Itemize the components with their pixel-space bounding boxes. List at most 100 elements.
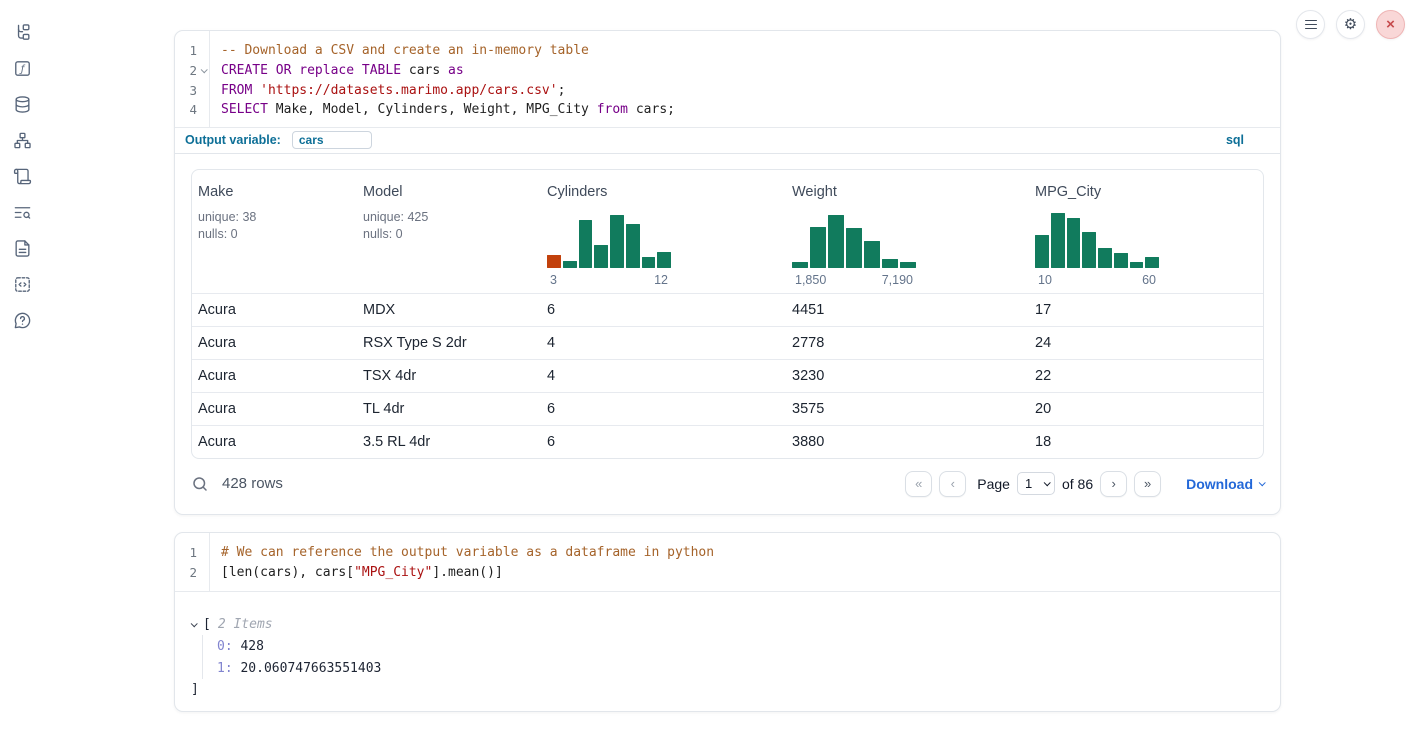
hist-bar [1098, 248, 1112, 268]
settings-button[interactable]: ⚙ [1336, 10, 1365, 39]
hist-bar [1067, 218, 1081, 268]
file-explorer-icon[interactable] [13, 23, 32, 42]
line-number: 4 [175, 102, 197, 117]
entry-value: 428 [233, 639, 264, 654]
collapse-chevron-icon[interactable] [191, 620, 198, 627]
output-variable-label: Output variable: [185, 133, 281, 147]
line-number: 1 [175, 43, 197, 58]
table-cell: 18 [1029, 434, 1263, 450]
table-row[interactable]: AcuraMDX6445117 [192, 293, 1263, 326]
table-cell: 3.5 RL 4dr [357, 434, 541, 450]
previous-page-button[interactable]: ‹ [939, 471, 966, 497]
table-row[interactable]: Acura3.5 RL 4dr6388018 [192, 425, 1263, 458]
output-variable-row: Output variable: sql [175, 127, 1280, 154]
data-table: Make unique: 38 nulls: 0 Model unique: 4… [191, 169, 1264, 459]
hist-bar [846, 228, 862, 268]
functions-icon[interactable]: ƒ [13, 59, 32, 78]
column-stat: nulls: 0 [363, 226, 541, 243]
code-line[interactable]: 4SELECT Make, Model, Cylinders, Weight, … [175, 100, 1280, 120]
line-number: 2 [175, 63, 197, 78]
helper-panel-sidebar: ƒ [0, 0, 44, 729]
sql-cell: 1-- Download a CSV and create an in-memo… [174, 30, 1281, 515]
hist-bar [792, 262, 808, 268]
next-page-button[interactable]: › [1100, 471, 1127, 497]
table-cell: 4451 [786, 302, 1029, 318]
table-cell: 6 [541, 401, 786, 417]
page-label: Page [977, 476, 1010, 492]
hist-bar [810, 227, 826, 268]
last-page-button[interactable]: » [1134, 471, 1161, 497]
column-header-mpg-city[interactable]: MPG_City 10 60 [1029, 184, 1263, 293]
code-line[interactable]: 2[len(cars), cars["MPG_City"].mean()] [175, 563, 1280, 583]
table-cell: MDX [357, 302, 541, 318]
column-stat: unique: 425 [363, 209, 541, 226]
hist-bar [547, 255, 561, 268]
table-cell: 4 [541, 368, 786, 384]
fold-chevron-icon [200, 66, 207, 73]
hist-bar [1130, 262, 1144, 268]
line-number: 2 [175, 565, 197, 580]
svg-text:ƒ: ƒ [18, 64, 25, 75]
code-line[interactable]: 1# We can reference the output variable … [175, 543, 1280, 563]
hist-tick-max: 12 [654, 273, 668, 287]
output-variable-input[interactable] [292, 131, 372, 149]
table-cell: 6 [541, 302, 786, 318]
table-cell: RSX Type S 2dr [357, 335, 541, 351]
hist-bar [594, 245, 608, 267]
page-select[interactable]: 1 [1017, 472, 1055, 495]
search-button[interactable] [191, 475, 209, 493]
code-line[interactable]: 1-- Download a CSV and create an in-memo… [175, 41, 1280, 61]
table-cell: 20 [1029, 401, 1263, 417]
hist-bar [1035, 235, 1049, 267]
table-row[interactable]: AcuraTSX 4dr4323022 [192, 359, 1263, 392]
table-cell: 3880 [786, 434, 1029, 450]
column-header-weight[interactable]: Weight 1,850 7,190 [786, 184, 1029, 293]
cylinders-histogram[interactable] [547, 212, 671, 268]
hist-tick-min: 1,850 [795, 273, 826, 287]
help-icon[interactable] [13, 311, 32, 330]
python-code-editor[interactable]: 1# We can reference the output variable … [175, 533, 1280, 592]
logs-icon[interactable] [13, 167, 32, 186]
entry-index: 0: [217, 639, 233, 654]
hamburger-icon [1305, 20, 1317, 30]
hist-tick-min: 10 [1038, 273, 1052, 287]
table-header: Make unique: 38 nulls: 0 Model unique: 4… [192, 170, 1263, 293]
column-header-make[interactable]: Make unique: 38 nulls: 0 [192, 184, 357, 293]
datasources-icon[interactable] [13, 95, 32, 114]
hist-bar [1145, 257, 1159, 268]
line-number: 1 [175, 545, 197, 560]
weight-histogram[interactable] [792, 212, 916, 268]
table-cell: 17 [1029, 302, 1263, 318]
code-line[interactable]: 2CREATE OR replace TABLE cars as [175, 61, 1280, 81]
table-cell: Acura [192, 434, 357, 450]
table-cell: 24 [1029, 335, 1263, 351]
snippets-icon[interactable] [13, 275, 32, 294]
column-stat: unique: 38 [198, 209, 357, 226]
language-badge[interactable]: sql [1226, 133, 1244, 147]
table-cell: 22 [1029, 368, 1263, 384]
notebook-actions: ⚙ × [1296, 10, 1405, 39]
hist-bar [642, 257, 656, 268]
sql-code-editor[interactable]: 1-- Download a CSV and create an in-memo… [175, 31, 1280, 127]
table-cell: Acura [192, 302, 357, 318]
hist-bar [864, 241, 880, 267]
hist-bar [1051, 213, 1065, 267]
documentation-icon[interactable] [13, 239, 32, 258]
table-row[interactable]: AcuraRSX Type S 2dr4277824 [192, 326, 1263, 359]
column-header-cylinders[interactable]: Cylinders 3 12 [541, 184, 786, 293]
dependency-graph-icon[interactable] [13, 131, 32, 150]
table-body: AcuraMDX6445117AcuraRSX Type S 2dr427782… [192, 293, 1263, 458]
hist-bar [1082, 232, 1096, 268]
menu-button[interactable] [1296, 10, 1325, 39]
column-header-model[interactable]: Model unique: 425 nulls: 0 [357, 184, 541, 293]
table-cell: Acura [192, 368, 357, 384]
code-line[interactable]: 3FROM 'https://datasets.marimo.app/cars.… [175, 80, 1280, 100]
first-page-button[interactable]: « [905, 471, 932, 497]
row-count: 428 rows [222, 475, 283, 492]
table-row[interactable]: AcuraTL 4dr6357520 [192, 392, 1263, 425]
download-button[interactable]: Download [1186, 476, 1264, 492]
mpg-city-histogram[interactable] [1035, 212, 1159, 268]
hist-tick-min: 3 [550, 273, 557, 287]
shutdown-button[interactable]: × [1376, 10, 1405, 39]
scratchpad-search-icon[interactable] [13, 203, 32, 222]
